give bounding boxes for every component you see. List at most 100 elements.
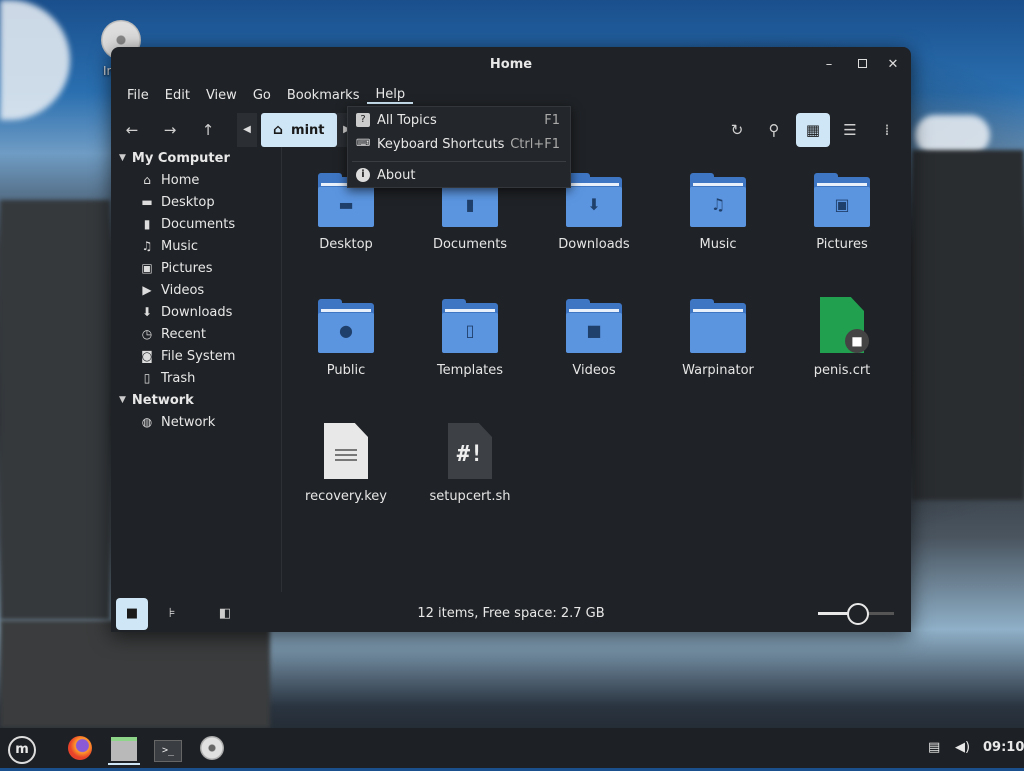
firefox-launcher[interactable] [64, 733, 96, 763]
clock-icon: ◷ [141, 327, 153, 341]
menu-go[interactable]: Go [245, 88, 279, 103]
file-grid: ▬ Desktop ▮ Documents ⬇ Downloads ♫ Musi… [291, 157, 911, 592]
person-icon: ● [339, 321, 353, 340]
menu-view[interactable]: View [198, 88, 245, 103]
taskbar: m >_ ▤ ◀) 09:10 [0, 728, 1024, 768]
close-button[interactable]: ✕ [885, 57, 901, 73]
file-item-music[interactable]: ♫ Music [663, 173, 773, 252]
menu-item-about[interactable]: i About [348, 163, 570, 187]
menu-bar: File Edit View Go Bookmarks Help [111, 83, 911, 107]
folder-icon: ♫ [690, 173, 746, 227]
image-icon: ▣ [141, 261, 153, 275]
compact-grid-icon: ⁞ [884, 121, 890, 139]
video-camera-icon: ▶ [142, 283, 152, 297]
sidebar-item-trash[interactable]: ▯ Trash [111, 367, 281, 389]
zoom-slider-handle[interactable] [847, 603, 869, 625]
file-item-documents[interactable]: ▮ Documents [415, 173, 525, 252]
breadcrumb-left-arrow[interactable]: ◀ [237, 113, 257, 147]
sidebar-item-pictures[interactable]: ▣ Pictures [111, 257, 281, 279]
file-item-certificate[interactable]: ■ penis.crt [787, 297, 897, 378]
sidebar-item-recent[interactable]: ◷ Recent [111, 323, 281, 345]
volume-icon[interactable]: ◀) [955, 740, 970, 755]
breadcrumb-home[interactable]: ⌂ mint [261, 113, 337, 147]
sidebar-item-documents[interactable]: ▮ Documents [111, 213, 281, 235]
file-name: recovery.key [305, 489, 387, 504]
forward-button[interactable]: → [153, 113, 187, 147]
network-icon[interactable]: ▤ [928, 740, 940, 755]
sidebar-item-desktop[interactable]: ▬ Desktop [111, 191, 281, 213]
file-name: Pictures [816, 237, 868, 252]
file-name: Desktop [319, 237, 373, 252]
clock[interactable]: 09:10 [983, 740, 1024, 755]
text-file-icon [324, 423, 368, 479]
terminal-icon: >_ [154, 740, 182, 762]
list-view-button[interactable]: ☰ [833, 113, 867, 147]
help-icon: ? [356, 113, 370, 127]
terminal-launcher[interactable]: >_ [152, 733, 184, 763]
grid-icon: ▦ [805, 121, 821, 139]
menu-item-all-topics[interactable]: ? All Topics F1 [348, 108, 570, 132]
file-manager-launcher[interactable] [108, 733, 140, 765]
sidebar-section-my-computer[interactable]: ▼ My Computer [111, 147, 281, 169]
sidebar-item-label: Pictures [161, 260, 213, 276]
sidebar-item-music[interactable]: ♫ Music [111, 235, 281, 257]
search-button[interactable]: ⚲ [757, 113, 791, 147]
folder-icon: ⬇ [566, 173, 622, 227]
title-bar[interactable]: Home – ✕ [111, 47, 911, 83]
file-item-setupcert[interactable]: #! setupcert.sh [415, 423, 525, 504]
menu-file[interactable]: File [119, 88, 157, 103]
compact-view-button[interactable]: ⁞ [870, 113, 904, 147]
menu-edit[interactable]: Edit [157, 88, 198, 103]
file-name: Documents [432, 237, 508, 252]
zoom-slider[interactable] [818, 603, 894, 625]
file-item-templates[interactable]: ▯ Templates [415, 299, 525, 378]
menu-separator [352, 161, 566, 162]
sidebar-item-network[interactable]: ◍ Network [111, 411, 281, 433]
music-note-icon: ♫ [141, 239, 153, 253]
menu-help[interactable]: Help [367, 87, 414, 104]
install-disc-launcher[interactable] [196, 733, 228, 763]
file-name: Templates [436, 363, 504, 378]
sidebar-item-file-system[interactable]: ◙ File System [111, 345, 281, 367]
section-title: Network [131, 392, 194, 408]
menu-item-label: About [377, 167, 416, 183]
menu-bookmarks[interactable]: Bookmarks [279, 88, 368, 103]
minimize-button[interactable]: – [821, 57, 837, 73]
info-icon: i [356, 168, 370, 182]
folder-icon: ● [318, 299, 374, 353]
file-item-desktop[interactable]: ▬ Desktop [291, 173, 401, 252]
sidebar-section-network[interactable]: ▼ Network [111, 389, 281, 411]
lock-icon: ■ [845, 329, 869, 353]
drive-icon: ◙ [141, 349, 153, 363]
home-icon: ⌂ [273, 122, 284, 138]
maximize-button[interactable] [854, 57, 870, 73]
sidebar-item-videos[interactable]: ▶ Videos [111, 279, 281, 301]
file-item-public[interactable]: ● Public [291, 299, 401, 378]
sidebar-item-label: Downloads [161, 304, 233, 320]
file-item-recovery-key[interactable]: recovery.key [291, 423, 401, 504]
file-item-pictures[interactable]: ▣ Pictures [787, 173, 897, 252]
folder-icon: ▯ [442, 299, 498, 353]
file-item-videos[interactable]: ■ Videos [539, 299, 649, 378]
start-menu-button[interactable]: m [6, 733, 38, 764]
sidebar-item-label: Home [161, 172, 200, 188]
folder-icon: ▣ [814, 173, 870, 227]
back-button[interactable]: ← [115, 113, 149, 147]
toggle-location-button[interactable]: ↻ [720, 113, 754, 147]
file-name: Warpinator [682, 363, 754, 378]
sidebar-item-home[interactable]: ⌂ Home [111, 169, 281, 191]
menu-item-keyboard-shortcuts[interactable]: ⌨ Keyboard Shortcuts Ctrl+F1 [348, 132, 570, 156]
file-item-warpinator[interactable]: Warpinator [663, 299, 773, 378]
mint-logo-icon: m [8, 736, 36, 764]
folder-icon [690, 299, 746, 353]
file-item-downloads[interactable]: ⬇ Downloads [539, 173, 649, 252]
status-text: 12 items, Free space: 2.7 GB [417, 606, 605, 621]
video-camera-icon: ■ [586, 321, 602, 340]
sidebar-item-downloads[interactable]: ⬇ Downloads [111, 301, 281, 323]
music-note-icon: ♫ [710, 195, 726, 214]
desktop-icon: ▬ [338, 195, 354, 214]
up-button[interactable]: ↑ [191, 113, 225, 147]
icon-view-button[interactable]: ▦ [796, 113, 830, 147]
template-icon: ▯ [465, 321, 475, 340]
desktop-icon: ▬ [141, 195, 153, 209]
